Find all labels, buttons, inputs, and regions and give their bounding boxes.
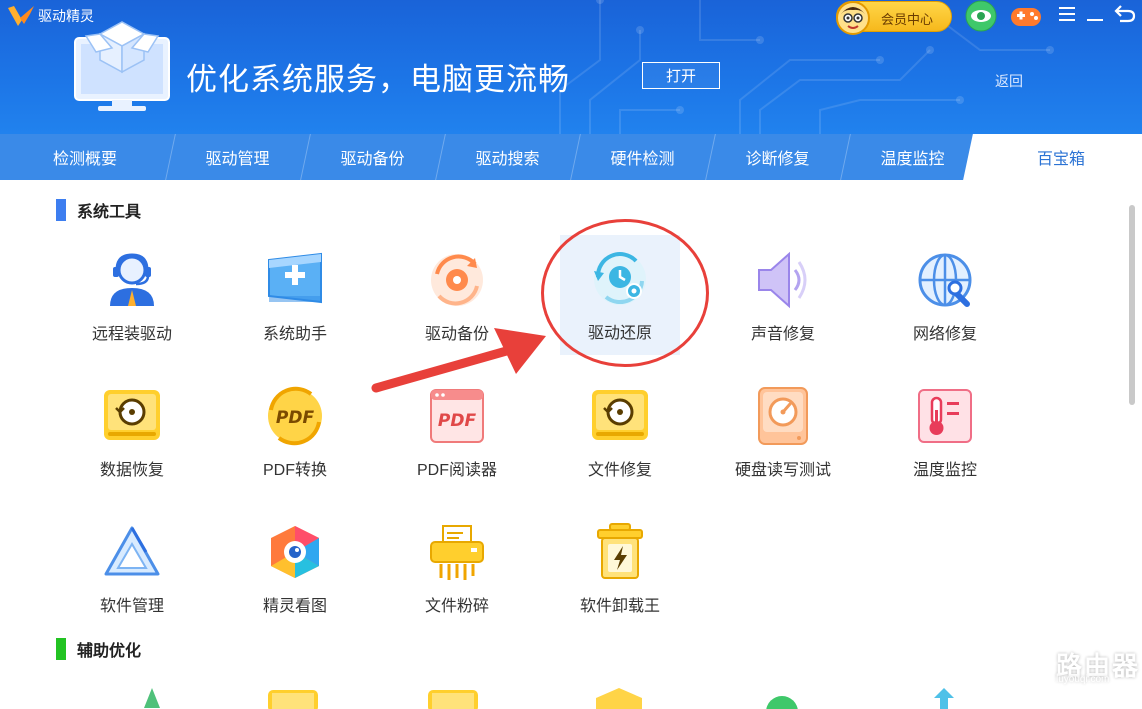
driver-restore-icon — [594, 252, 646, 305]
tool-network-repair[interactable]: 网络修复 — [885, 240, 1005, 360]
section-bar — [56, 199, 66, 221]
file-repair-icon — [592, 390, 648, 440]
tab-toolbox[interactable]: 百宝箱 — [990, 134, 1132, 180]
tool-label: 声音修复 — [750, 326, 815, 343]
file-shredder-icon — [430, 525, 484, 580]
router-logo-icon — [1001, 641, 1047, 687]
scrollbar-thumb[interactable] — [1129, 205, 1135, 405]
tool-label: 软件卸载王 — [579, 598, 660, 615]
banner-headline: 优化系统服务，电脑更流畅 — [186, 62, 570, 97]
pdf-reader-icon: PDF — [430, 389, 484, 443]
tab-overview[interactable]: 检测概要 — [0, 134, 170, 180]
tool-sound-repair[interactable]: 声音修复 — [723, 240, 843, 360]
tab-hardware-check[interactable]: 硬件检测 — [575, 134, 710, 180]
tool-label: 精灵看图 — [262, 598, 327, 615]
partial-tool-icon — [934, 688, 954, 709]
tool-driver-restore[interactable]: 驱动还原 — [560, 235, 680, 355]
tool-uninstaller[interactable]: 软件卸载王 — [560, 512, 680, 632]
partial-tool-icon — [144, 688, 160, 708]
tab-driver-search[interactable]: 驱动搜索 — [440, 134, 575, 180]
eye-protect-icon[interactable] — [964, 0, 998, 32]
tab-driver-backup[interactable]: 驱动备份 — [305, 134, 440, 180]
tool-driver-backup[interactable]: 驱动备份 — [397, 240, 517, 360]
disk-speed-icon — [758, 387, 808, 445]
vip-center-button[interactable]: 会员中心 — [836, 1, 952, 35]
tool-label: 温度监控 — [912, 462, 977, 479]
thermometer-icon — [918, 389, 972, 443]
tool-label: 网络修复 — [912, 326, 977, 343]
back-link[interactable]: 返回 — [995, 71, 1023, 91]
pdf-text: PDF — [276, 408, 315, 428]
software-manager-icon — [104, 526, 160, 576]
tool-pdf-reader[interactable]: PDF PDF阅读器 — [397, 376, 517, 496]
app-logo-icon — [8, 6, 34, 26]
system-optimize-illustration — [74, 21, 170, 111]
speaker-icon — [758, 251, 807, 309]
network-globe-icon — [918, 253, 972, 307]
section-title: 系统工具 — [77, 204, 142, 221]
pdf-text: PDF — [438, 411, 477, 431]
uninstaller-icon — [597, 523, 643, 579]
tool-software-manager[interactable]: 软件管理 — [72, 512, 192, 632]
tool-label: 远程装驱动 — [91, 326, 172, 343]
windows-assistant-icon — [268, 252, 322, 304]
tool-data-recovery[interactable]: 数据恢复 — [72, 376, 192, 496]
section-system-tools: 系统工具 — [56, 198, 141, 222]
gamepad-icon[interactable] — [1008, 0, 1044, 32]
tool-remote-driver[interactable]: 远程装驱动 — [72, 240, 192, 360]
tool-temperature-monitor[interactable]: 温度监控 — [885, 376, 1005, 496]
tool-label: 文件粉碎 — [424, 598, 489, 615]
tool-label: 数据恢复 — [99, 462, 164, 479]
driver-backup-icon — [431, 254, 483, 306]
header-banner: 驱动精灵 优化系统服务，电脑更流畅 打开 返回 会员中心 — [0, 0, 1142, 134]
close-back-icon[interactable] — [1114, 3, 1136, 23]
tool-system-assistant[interactable]: 系统助手 — [235, 240, 355, 360]
tool-pdf-convert[interactable]: PDF PDF转换 — [235, 376, 355, 496]
tool-label: 硬盘读写测试 — [734, 462, 831, 479]
watermark: 路由器 luyouqi.com — [1000, 640, 1140, 688]
watermark-subtext: luyouqi.com — [1056, 674, 1110, 685]
data-recovery-icon — [104, 390, 160, 440]
tool-label: PDF转换 — [262, 462, 327, 479]
tab-diagnose-repair[interactable]: 诊断修复 — [710, 134, 845, 180]
tool-file-shredder[interactable]: 文件粉碎 — [397, 512, 517, 632]
partial-tool-icon — [596, 688, 642, 709]
pdf-convert-icon: PDF — [268, 386, 322, 446]
menu-icon[interactable] — [1058, 6, 1076, 22]
tool-label: 驱动还原 — [587, 325, 652, 342]
tab-temperature[interactable]: 温度监控 — [845, 134, 980, 180]
tab-driver-manage[interactable]: 驱动管理 — [170, 134, 305, 180]
partial-tool-icon — [766, 696, 798, 709]
tool-label: 系统助手 — [262, 326, 327, 343]
partial-tool-icon — [268, 690, 318, 709]
image-viewer-icon — [271, 526, 319, 578]
main-nav: 检测概要 驱动管理 驱动备份 驱动搜索 硬件检测 诊断修复 温度监控 百宝箱 — [0, 134, 1142, 180]
tool-label: 文件修复 — [587, 462, 652, 479]
minimize-icon[interactable] — [1086, 6, 1104, 22]
remote-support-icon — [110, 253, 154, 306]
section-title: 辅助优化 — [77, 643, 142, 660]
tool-file-repair[interactable]: 文件修复 — [560, 376, 680, 496]
tool-image-viewer[interactable]: 精灵看图 — [235, 512, 355, 632]
section-aux-optimize: 辅助优化 — [56, 637, 141, 661]
partial-tool-icon — [428, 690, 478, 709]
next-row-partial — [0, 684, 1100, 709]
tool-disk-test[interactable]: 硬盘读写测试 — [723, 376, 843, 496]
tool-label: 驱动备份 — [424, 326, 489, 343]
section-bar — [56, 638, 66, 660]
tool-label: 软件管理 — [99, 598, 164, 615]
tool-label: PDF阅读器 — [416, 462, 497, 479]
open-button[interactable]: 打开 — [642, 62, 720, 89]
vip-center-label: 会员中心 — [881, 12, 934, 27]
avatar-icon — [836, 1, 870, 35]
